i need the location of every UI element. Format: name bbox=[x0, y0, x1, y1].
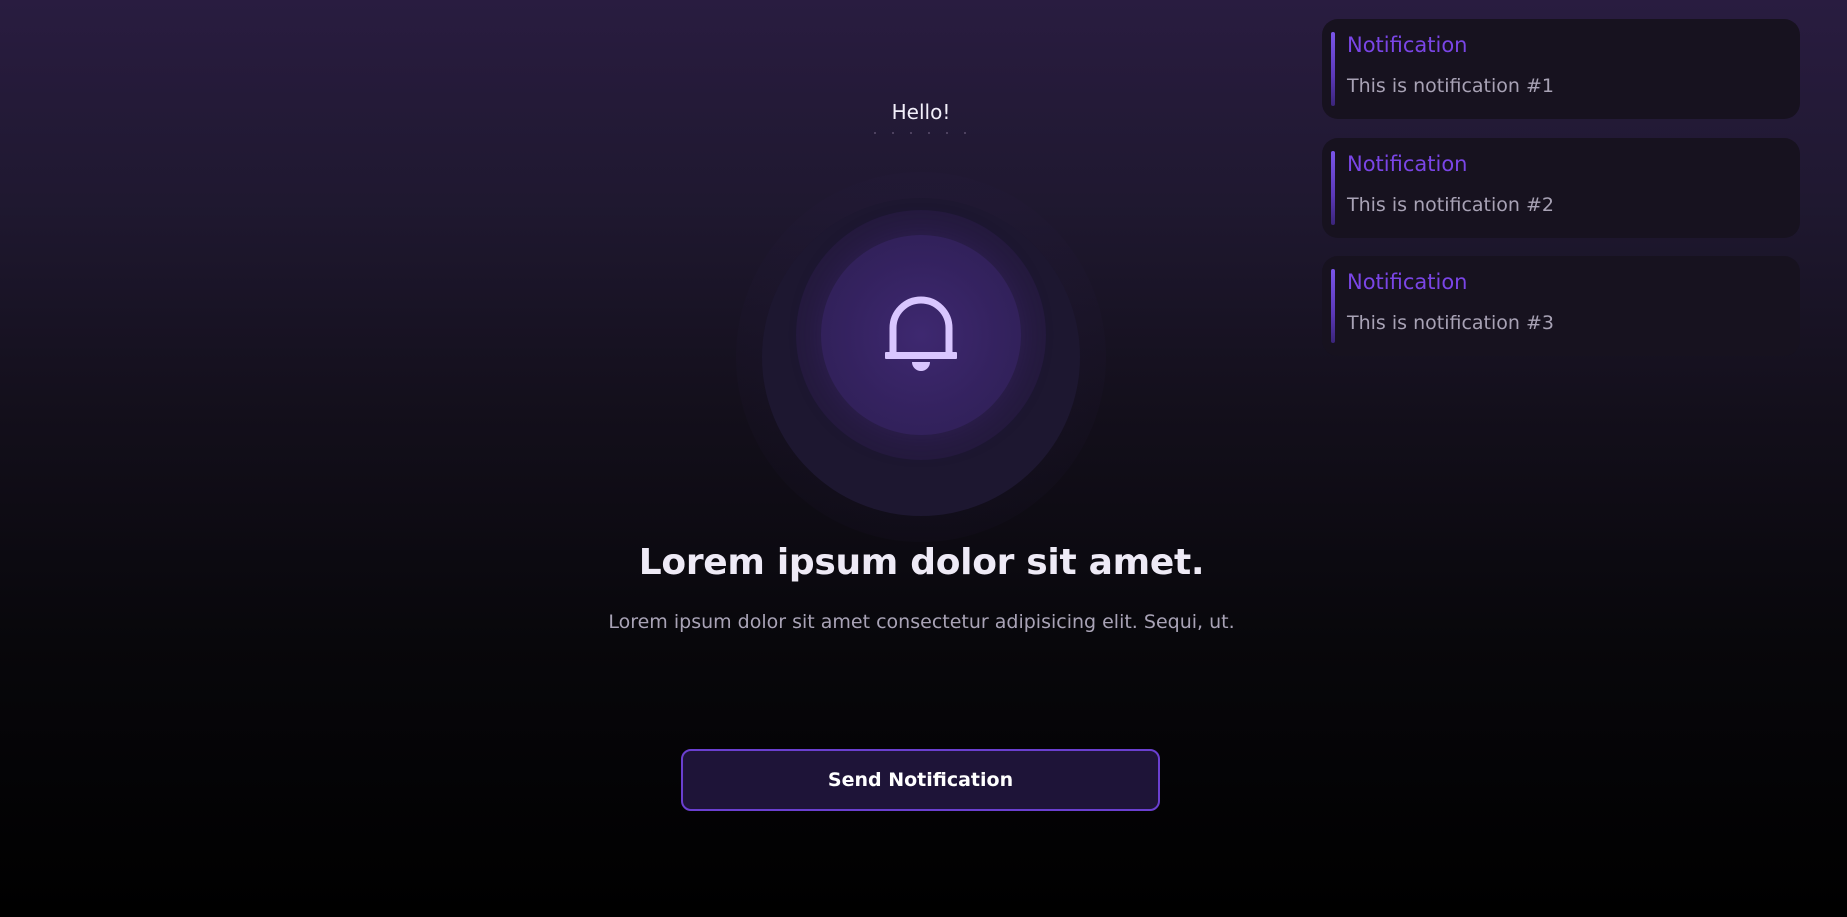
notification-card[interactable]: Notification This is notification #2 bbox=[1322, 138, 1800, 238]
send-notification-button[interactable]: Send Notification bbox=[681, 749, 1160, 811]
notification-text: This is notification #1 bbox=[1347, 75, 1554, 97]
tooltip-dots bbox=[874, 132, 966, 134]
notification-title: Notification bbox=[1347, 152, 1468, 176]
notification-title: Notification bbox=[1347, 33, 1468, 57]
page-subtitle: Lorem ipsum dolor sit amet consectetur a… bbox=[608, 611, 1235, 633]
page-title: Lorem ipsum dolor sit amet. bbox=[638, 542, 1205, 583]
notification-accent-bar bbox=[1331, 32, 1335, 106]
notification-accent-bar bbox=[1331, 269, 1335, 343]
notification-text: This is notification #3 bbox=[1347, 312, 1554, 334]
hello-tooltip: Hello! bbox=[891, 100, 951, 124]
notification-title: Notification bbox=[1347, 270, 1468, 294]
bell-icon bbox=[885, 296, 957, 371]
notification-card[interactable]: Notification This is notification #1 bbox=[1322, 19, 1800, 119]
notification-accent-bar bbox=[1331, 151, 1335, 225]
notification-text: This is notification #2 bbox=[1347, 194, 1554, 216]
notification-card[interactable]: Notification This is notification #3 bbox=[1322, 256, 1800, 356]
